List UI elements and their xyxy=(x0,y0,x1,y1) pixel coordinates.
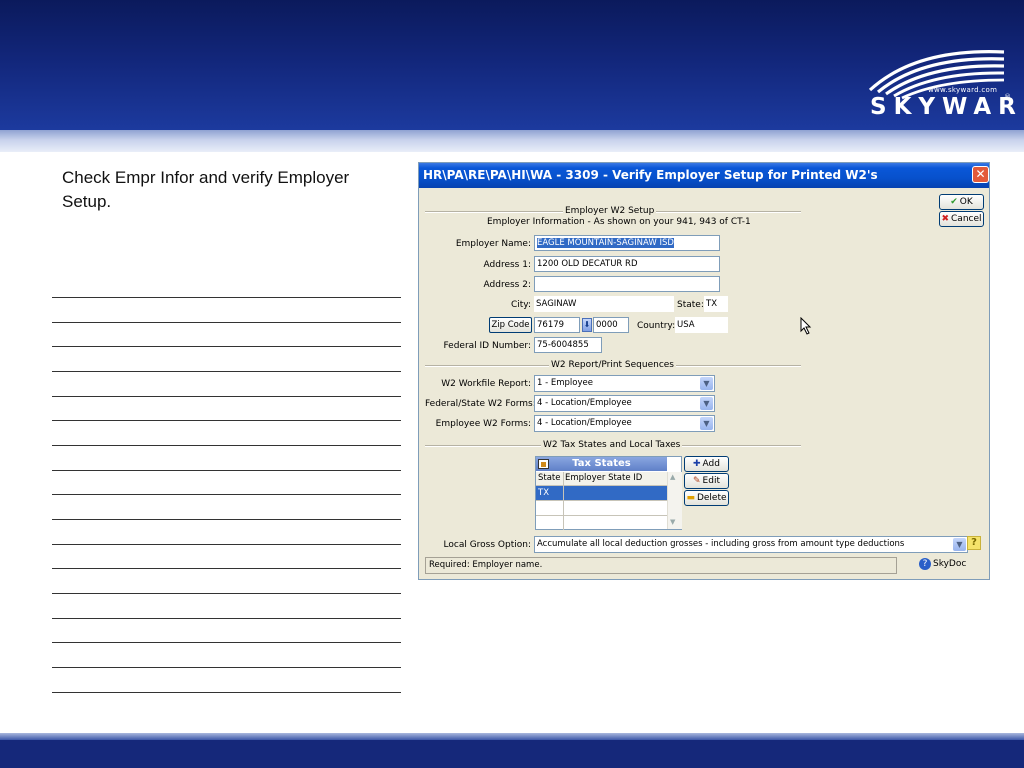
note-line xyxy=(52,470,401,471)
slide-header-band xyxy=(0,130,1024,152)
address2-label: Address 2: xyxy=(483,280,531,290)
registered-mark: ® xyxy=(1004,93,1011,101)
note-line xyxy=(52,371,401,372)
check-icon: ✔ xyxy=(950,197,958,207)
chevron-down-icon[interactable]: ▼ xyxy=(670,518,675,526)
slide-footer-line xyxy=(0,733,1024,740)
pencil-icon: ✎ xyxy=(693,476,701,486)
city-label: City: xyxy=(510,300,531,310)
grid-title: Tax States xyxy=(536,457,667,471)
zip-extension-input[interactable]: 0000 xyxy=(593,317,629,333)
local-gross-option-select[interactable]: Accumulate all local deduction grosses -… xyxy=(534,536,968,553)
zip-code-button[interactable]: Zip Code xyxy=(489,317,532,333)
note-line xyxy=(52,618,401,619)
employer-name-input[interactable]: EAGLE MOUNTAIN-SAGINAW ISD xyxy=(534,235,720,251)
address1-input[interactable]: 1200 OLD DECATUR RD xyxy=(534,256,720,272)
note-line xyxy=(52,445,401,446)
column-divider xyxy=(563,472,564,530)
fedstate-forms-label: Federal/State W2 Forms: xyxy=(425,399,536,409)
delete-button[interactable]: ▬ Delete xyxy=(684,490,729,506)
cell-state: TX xyxy=(538,488,550,498)
note-line xyxy=(52,322,401,323)
note-line xyxy=(52,642,401,643)
add-button[interactable]: ✚ Add xyxy=(684,456,729,472)
dialog-title: HR\PA\RE\PA\HI\WA - 3309 - Verify Employ… xyxy=(423,168,878,182)
plus-icon: ✚ xyxy=(693,459,701,469)
note-line xyxy=(52,692,401,693)
section-employer-w2-setup: Employer W2 Setup xyxy=(563,206,657,216)
arrow-down-icon[interactable]: ⬇ xyxy=(582,318,592,332)
tax-states-grid: Tax States State Employer State ID TX ▲ … xyxy=(535,456,682,530)
note-line xyxy=(52,297,401,298)
address1-label: Address 1: xyxy=(483,260,531,270)
skyward-url: www.skyward.com xyxy=(928,86,998,94)
note-line xyxy=(52,494,401,495)
city-input[interactable]: SAGINAW xyxy=(534,296,674,312)
section-report-print-sequences: W2 Report/Print Sequences xyxy=(549,360,676,370)
chevron-down-icon[interactable]: ▼ xyxy=(700,377,713,390)
grid-scrollbar[interactable]: ▲ ▼ xyxy=(667,472,682,529)
help-icon[interactable]: ? xyxy=(967,536,981,550)
federal-id-input[interactable]: 75-6004855 xyxy=(534,337,602,353)
note-line xyxy=(52,346,401,347)
instruction-text: Check Empr Infor and verify Employer Set… xyxy=(62,168,350,211)
help-circle-icon: ? xyxy=(919,558,931,570)
verify-employer-setup-dialog: HR\PA\RE\PA\HI\WA - 3309 - Verify Employ… xyxy=(418,162,990,580)
country-label: Country: xyxy=(637,321,676,331)
dialog-title-bar[interactable]: HR\PA\RE\PA\HI\WA - 3309 - Verify Employ… xyxy=(419,163,989,188)
employer-info-subtitle: Employer Information - As shown on your … xyxy=(487,217,751,227)
status-bar: Required: Employer name. xyxy=(425,557,897,574)
minus-icon: ▬ xyxy=(686,493,695,503)
chevron-up-icon[interactable]: ▲ xyxy=(670,473,675,481)
skyward-logo-text: SKYWARD xyxy=(870,94,1024,120)
note-line xyxy=(52,593,401,594)
close-icon[interactable]: ✕ xyxy=(972,166,989,183)
federal-id-label: Federal ID Number: xyxy=(443,341,531,351)
chevron-down-icon[interactable]: ▼ xyxy=(953,538,966,551)
note-line xyxy=(52,420,401,421)
local-gross-option-label: Local Gross Option: xyxy=(443,540,531,550)
workfile-report-select[interactable]: 1 - Employee ▼ xyxy=(534,375,715,392)
ok-button[interactable]: ✔ OK xyxy=(939,194,984,210)
table-row-empty[interactable] xyxy=(536,516,667,530)
employer-name-label: Employer Name: xyxy=(455,239,531,249)
table-row[interactable]: TX xyxy=(536,486,667,501)
mouse-cursor-icon xyxy=(800,317,812,335)
note-line xyxy=(52,667,401,668)
column-header-state[interactable]: State xyxy=(538,472,561,485)
zip-input[interactable]: 76179 xyxy=(534,317,580,333)
employee-forms-select[interactable]: 4 - Location/Employee ▼ xyxy=(534,415,715,432)
address2-input[interactable] xyxy=(534,276,720,292)
state-label: State: xyxy=(677,300,704,310)
note-line xyxy=(52,544,401,545)
fedstate-forms-select[interactable]: 4 - Location/Employee ▼ xyxy=(534,395,715,412)
grid-header-row: State Employer State ID xyxy=(536,472,667,486)
edit-button[interactable]: ✎ Edit xyxy=(684,473,729,489)
grid-menu-icon[interactable] xyxy=(538,459,549,469)
employee-forms-label: Employee W2 Forms: xyxy=(435,419,531,429)
country-input[interactable]: USA xyxy=(675,317,728,333)
note-line xyxy=(52,568,401,569)
chevron-down-icon[interactable]: ▼ xyxy=(700,397,713,410)
skydoc-button[interactable]: ? SkyDoc xyxy=(919,557,969,573)
x-icon: ✖ xyxy=(941,214,950,224)
cancel-button[interactable]: ✖ Cancel xyxy=(939,211,984,227)
chevron-down-icon[interactable]: ▼ xyxy=(700,417,713,430)
state-input[interactable]: TX xyxy=(704,296,728,312)
note-line xyxy=(52,396,401,397)
table-row-empty[interactable] xyxy=(536,501,667,516)
note-line xyxy=(52,519,401,520)
workfile-report-label: W2 Workfile Report: xyxy=(441,379,531,389)
column-header-employer-state-id[interactable]: Employer State ID xyxy=(565,472,642,485)
section-tax-states: W2 Tax States and Local Taxes xyxy=(541,440,683,450)
